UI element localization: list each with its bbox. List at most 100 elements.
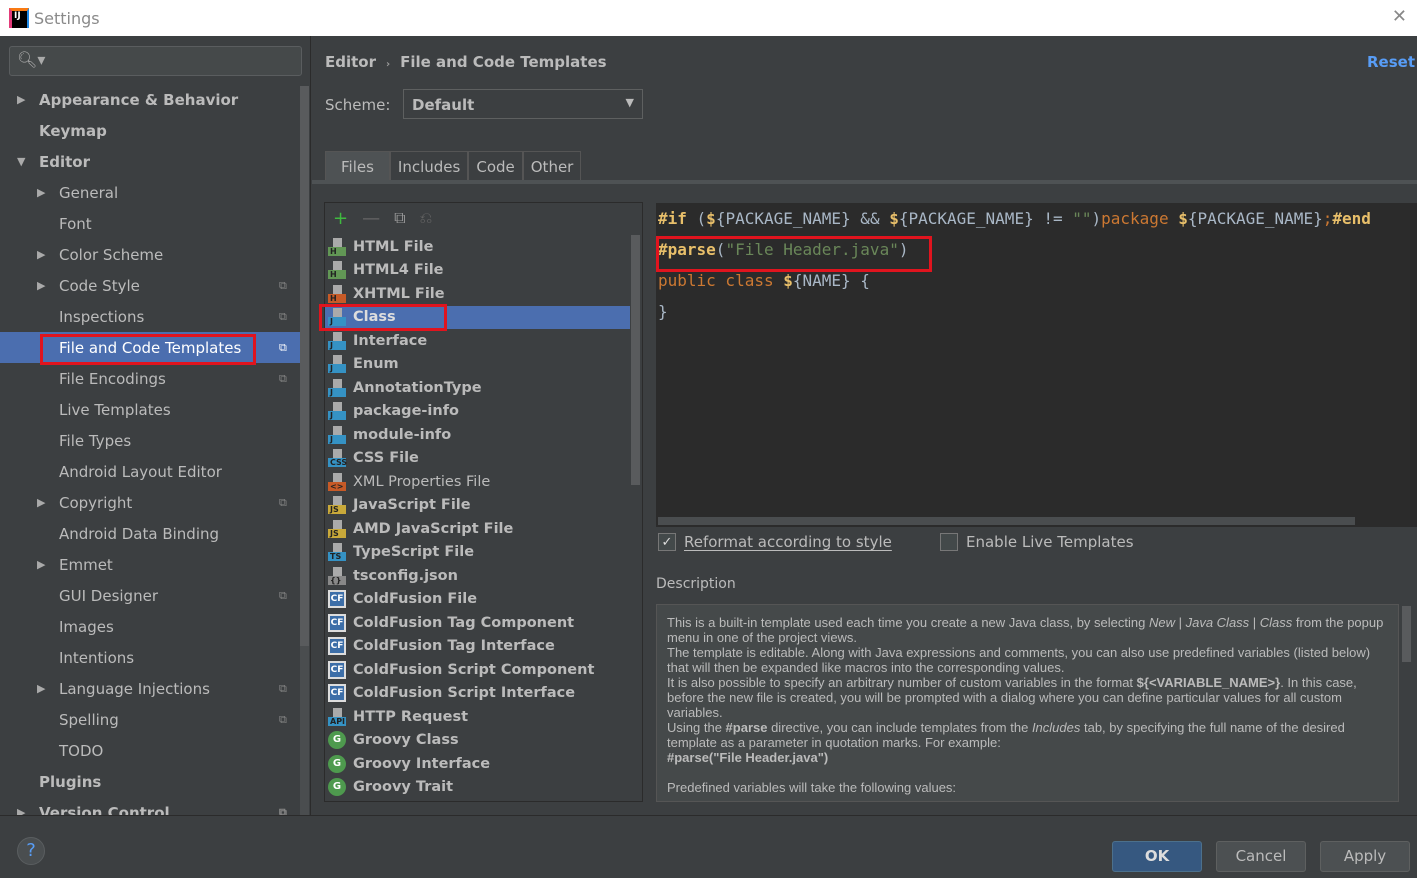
template-list-scrollbar[interactable] <box>631 235 640 485</box>
expand-right-icon[interactable]: ▶ <box>37 558 45 571</box>
sidebar-item-spelling[interactable]: Spelling ⧉ <box>0 704 300 735</box>
template-item-xhtml-file[interactable]: H XHTML File <box>325 282 630 306</box>
code-token: != <box>1033 209 1073 228</box>
template-item-coldfusion-file[interactable]: CF ColdFusion File <box>325 588 630 612</box>
sidebar-item-file-types[interactable]: File Types <box>0 425 300 456</box>
add-icon[interactable]: + <box>333 208 348 229</box>
template-item-enum[interactable]: J Enum <box>325 353 630 377</box>
reset-link[interactable]: Reset <box>1367 53 1415 71</box>
scheme-dropdown[interactable]: Default ▼ <box>403 89 643 119</box>
sidebar-item-code-style[interactable]: ▶ Code Style ⧉ <box>0 270 300 301</box>
editor-horizontal-scrollbar[interactable] <box>658 517 1355 525</box>
sidebar-item-emmet[interactable]: ▶ Emmet <box>0 549 300 580</box>
code-token: { <box>850 271 870 290</box>
template-item-tsconfig-json[interactable]: {} tsconfig.json <box>325 564 630 588</box>
template-item-label: Interface <box>353 332 428 349</box>
expand-right-icon[interactable]: ▶ <box>17 93 25 106</box>
enable-live-templates-checkbox[interactable]: Enable Live Templates <box>940 533 1134 551</box>
template-item-html-file[interactable]: H HTML File <box>325 235 630 259</box>
expand-right-icon[interactable]: ▶ <box>37 279 45 292</box>
template-item-module-info[interactable]: Jmodule-info <box>325 423 630 447</box>
project-copy-icon: ⧉ <box>279 681 287 695</box>
breadcrumb-editor[interactable]: Editor <box>325 53 376 71</box>
description-panel: This is a built-in template used each ti… <box>656 604 1399 802</box>
sidebar-item-version-control[interactable]: ▶ Version Control ⧉ <box>0 797 300 816</box>
template-item-groovy-trait[interactable]: G Groovy Trait <box>325 776 630 800</box>
description-text: #parse <box>725 720 768 735</box>
search-input[interactable]: 🔍︎▾ <box>9 46 302 76</box>
sidebar-item-todo[interactable]: TODO <box>0 735 300 766</box>
sidebar-item-general[interactable]: ▶ General <box>0 177 300 208</box>
sidebar-item-live-templates[interactable]: Live Templates <box>0 394 300 425</box>
file-type-api-icon: API <box>328 707 346 726</box>
sidebar-item-intentions[interactable]: Intentions <box>0 642 300 673</box>
template-item-coldfusion-tag-interface[interactable]: CF ColdFusion Tag Interface <box>325 635 630 659</box>
template-item-interface[interactable]: J Interface <box>325 329 630 353</box>
sidebar-item-color-scheme[interactable]: ▶ Color Scheme <box>0 239 300 270</box>
sidebar-item-plugins[interactable]: Plugins <box>0 766 300 797</box>
sidebar-item-file-encodings[interactable]: File Encodings ⧉ <box>0 363 300 394</box>
description-scrollbar[interactable] <box>1402 606 1411 662</box>
template-item-typescript-file[interactable]: TS TypeScript File <box>325 541 630 565</box>
template-item-xml-properties-file[interactable]: <> XML Properties File <box>325 470 630 494</box>
sidebar-scrollbar[interactable] <box>300 86 309 815</box>
expand-right-icon[interactable]: ▶ <box>37 682 45 695</box>
expand-down-icon[interactable]: ▼ <box>17 155 25 168</box>
template-item-javascript-file[interactable]: JS JavaScript File <box>325 494 630 518</box>
template-item-annotationtype[interactable]: J AnnotationType <box>325 376 630 400</box>
template-item-coldfusion-script-component[interactable]: CF ColdFusion Script Component <box>325 658 630 682</box>
sidebar-item-editor[interactable]: ▼ Editor <box>0 146 300 177</box>
sidebar-item-inspections[interactable]: Inspections ⧉ <box>0 301 300 332</box>
coldfusion-file-icon: CF <box>328 684 346 703</box>
tab-code[interactable]: Code <box>468 151 523 181</box>
sidebar-item-language-injections[interactable]: ▶ Language Injections ⧉ <box>0 673 300 704</box>
sidebar-item-appearance-behavior[interactable]: ▶ Appearance & Behavior <box>0 84 300 115</box>
description-text: Java Class <box>1185 615 1250 630</box>
expand-right-icon[interactable]: ▶ <box>37 248 45 261</box>
highlight-box-sidebar <box>40 334 256 365</box>
help-button[interactable]: ? <box>17 837 45 865</box>
copy-icon[interactable]: ⧉ <box>394 208 405 228</box>
sidebar-item-label: General <box>59 183 119 202</box>
template-item-coldfusion-script-interface[interactable]: CF ColdFusion Script Interface <box>325 682 630 706</box>
description-paragraph: Using the #parse directive, you can incl… <box>667 720 1388 750</box>
remove-icon[interactable]: — <box>362 208 380 229</box>
template-item-package-info[interactable]: Jpackage-info <box>325 400 630 424</box>
template-item-label: HTML File <box>353 238 434 255</box>
description-text: It is also possible to specify an arbitr… <box>667 675 1137 690</box>
expand-right-icon[interactable]: ▶ <box>37 496 45 509</box>
sidebar-item-images[interactable]: Images <box>0 611 300 642</box>
template-item-label: CSS File <box>353 450 419 467</box>
description-text: #parse("File Header.java") <box>667 750 829 765</box>
reformat-checkbox[interactable]: ✓ Reformat according to style <box>658 533 892 551</box>
template-item-groovy-interface[interactable]: G Groovy Interface <box>325 752 630 776</box>
sidebar-item-android-layout-editor[interactable]: Android Layout Editor <box>0 456 300 487</box>
expand-right-icon[interactable]: ▶ <box>17 806 25 815</box>
scheme-value: Default <box>412 96 475 114</box>
template-item-amd-javascript-file[interactable]: JS AMD JavaScript File <box>325 517 630 541</box>
tab-includes[interactable]: Includes <box>389 151 469 181</box>
code-token: {NAME} <box>792 271 851 290</box>
template-item-html4-file[interactable]: H HTML4 File <box>325 259 630 283</box>
sidebar-item-copyright[interactable]: ▶ Copyright ⧉ <box>0 487 300 518</box>
expand-right-icon[interactable]: ▶ <box>37 186 45 199</box>
cancel-button[interactable]: Cancel <box>1216 841 1306 872</box>
tab-files[interactable]: Files <box>325 151 390 181</box>
sidebar-item-keymap[interactable]: Keymap <box>0 115 300 146</box>
template-item-coldfusion-tag-component[interactable]: CF ColdFusion Tag Component <box>325 611 630 635</box>
template-item-http-request[interactable]: API HTTP Request <box>325 705 630 729</box>
close-icon[interactable]: ✕ <box>1392 6 1407 27</box>
template-item-css-file[interactable]: CSS CSS File <box>325 447 630 471</box>
sidebar-item-android-data-binding[interactable]: Android Data Binding <box>0 518 300 549</box>
live-templates-label: Enable Live Templates <box>966 533 1134 551</box>
sidebar-item-font[interactable]: Font <box>0 208 300 239</box>
file-type-js-icon: JS <box>328 519 346 538</box>
reset-template-icon[interactable]: ⎌ <box>420 208 433 228</box>
ok-button[interactable]: OK <box>1112 841 1202 872</box>
template-item-groovy-class[interactable]: G Groovy Class <box>325 729 630 753</box>
sidebar-item-gui-designer[interactable]: GUI Designer ⧉ <box>0 580 300 611</box>
code-token: #if <box>658 209 687 228</box>
description-text: Predefined variables will take the follo… <box>667 780 957 795</box>
apply-button[interactable]: Apply <box>1320 841 1410 872</box>
tab-other[interactable]: Other <box>522 151 582 181</box>
